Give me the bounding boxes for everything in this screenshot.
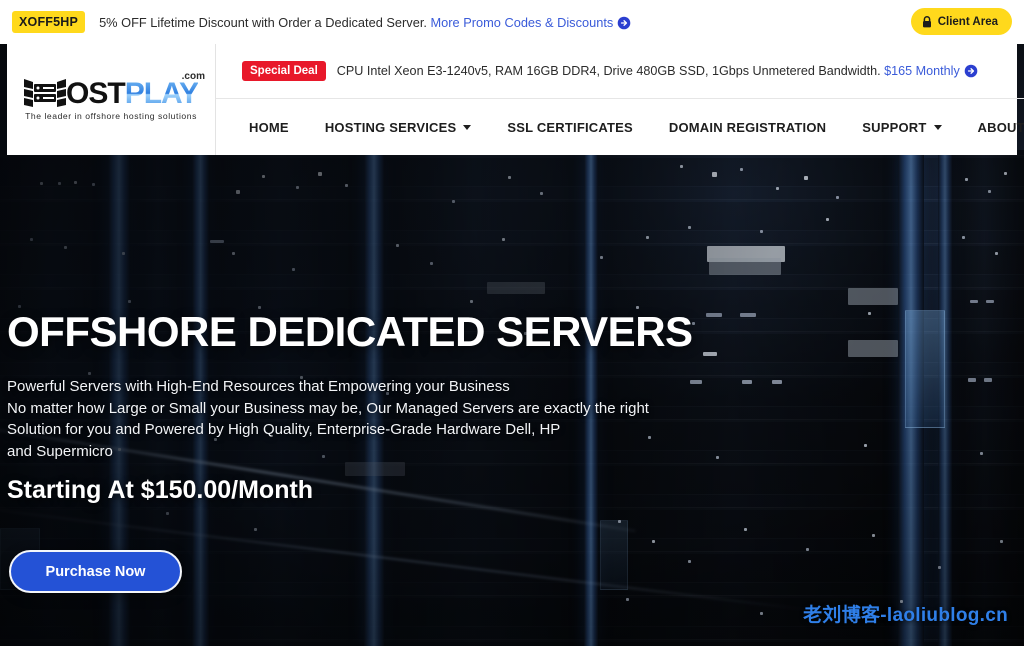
nav-label: DOMAIN REGISTRATION — [669, 120, 826, 135]
header-right-column: Special Deal CPU Intel Xeon E3-1240v5, R… — [216, 44, 1024, 155]
purchase-now-button[interactable]: Purchase Now — [9, 550, 182, 593]
special-deal-text: CPU Intel Xeon E3-1240v5, RAM 16GB DDR4,… — [337, 64, 978, 78]
hero-line: Solution for you and Powered by High Qua… — [7, 419, 649, 441]
client-area-label: Client Area — [938, 16, 998, 28]
client-area-button[interactable]: Client Area — [911, 8, 1012, 35]
nav-label: SSL CERTIFICATES — [507, 120, 633, 135]
nav-item-home[interactable]: HOME — [231, 112, 307, 143]
nav-item-support[interactable]: SUPPORT — [844, 112, 959, 143]
promo-link-label: More Promo Codes & Discounts — [431, 15, 614, 30]
nav-label: SUPPORT — [862, 120, 926, 135]
server-rack-h-icon — [24, 78, 66, 108]
hero-starting-price: Starting At $150.00/Month — [7, 476, 313, 505]
logo-text-play: PLAY — [125, 80, 198, 108]
arrow-circle-right-icon — [964, 64, 978, 78]
main-navigation: HOME HOSTING SERVICES SSL CERTIFICATES D… — [216, 99, 1024, 155]
logo-block[interactable]: OST PLAY .com The leader in offshore hos… — [7, 44, 216, 155]
chevron-down-icon — [463, 125, 471, 130]
arrow-circle-right-icon — [617, 16, 631, 30]
special-deal-price-label: $165 Monthly — [884, 64, 960, 78]
page-root: XOFF5HP 5% OFF Lifetime Discount with Or… — [0, 0, 1024, 646]
special-deal-badge: Special Deal — [242, 61, 326, 81]
hero-line: No matter how Large or Small your Busine… — [7, 398, 649, 420]
promo-code-badge[interactable]: XOFF5HP — [12, 11, 85, 33]
nav-label: ABOUT US — [978, 120, 1024, 135]
special-deal-specs: CPU Intel Xeon E3-1240v5, RAM 16GB DDR4,… — [337, 64, 881, 78]
nav-item-ssl-certificates[interactable]: SSL CERTIFICATES — [489, 112, 651, 143]
hero-line: Powerful Servers with High-End Resources… — [7, 376, 649, 398]
nav-label: HOSTING SERVICES — [325, 120, 457, 135]
logo-tagline: The leader in offshore hosting solutions — [18, 111, 204, 121]
promo-message-text: 5% OFF Lifetime Discount with Order a De… — [99, 15, 427, 30]
hero-line: and Supermicro — [7, 441, 649, 463]
lock-icon — [922, 16, 932, 28]
logo-wordmark: OST PLAY .com — [18, 78, 204, 108]
site-header: OST PLAY .com The leader in offshore hos… — [7, 44, 1017, 155]
nav-label: HOME — [249, 120, 289, 135]
watermark: 老刘博客-laoliublog.cn — [803, 600, 1008, 627]
chevron-down-icon — [934, 125, 942, 130]
nav-item-domain-registration[interactable]: DOMAIN REGISTRATION — [651, 112, 844, 143]
logo-text-ost: OST — [66, 80, 125, 108]
nav-item-about-us[interactable]: ABOUT US — [960, 112, 1024, 143]
special-deal-bar: Special Deal CPU Intel Xeon E3-1240v5, R… — [216, 44, 1024, 99]
logo[interactable]: OST PLAY .com The leader in offshore hos… — [18, 78, 204, 121]
special-deal-price-link[interactable]: $165 Monthly — [884, 64, 960, 78]
top-promo-bar: XOFF5HP 5% OFF Lifetime Discount with Or… — [0, 0, 1024, 44]
promo-message: 5% OFF Lifetime Discount with Order a De… — [99, 15, 631, 30]
hero-title: OFFSHORE DEDICATED SERVERS — [7, 308, 693, 356]
hero-description: Powerful Servers with High-End Resources… — [7, 376, 649, 462]
promo-more-codes-link[interactable]: More Promo Codes & Discounts — [431, 15, 614, 30]
nav-item-hosting-services[interactable]: HOSTING SERVICES — [307, 112, 490, 143]
logo-tld: .com — [182, 71, 205, 82]
